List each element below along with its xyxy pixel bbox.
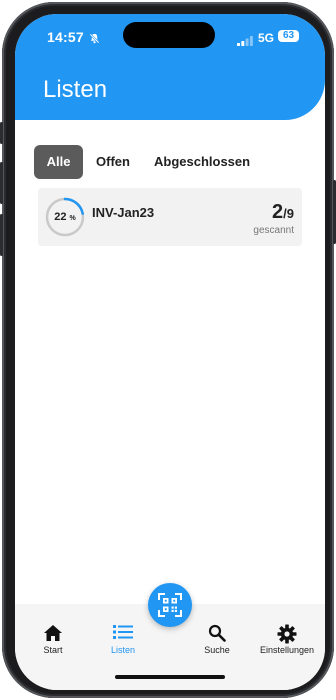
progress-percent-value: 22 [54, 211, 67, 223]
battery-icon: 63 [278, 30, 299, 42]
nav-start-label: Start [43, 645, 63, 655]
list-name: INV-Jan23 [92, 205, 155, 220]
home-icon [44, 625, 62, 641]
search-icon [208, 624, 226, 642]
nav-suche-label: Suche [204, 645, 230, 655]
home-indicator[interactable] [115, 675, 225, 679]
phone-frame: 14:57 5G 63 Listen Alle Offen Abgeschlos… [0, 2, 336, 698]
list-icon [113, 625, 133, 639]
progress-percent: 22 % [45, 197, 85, 237]
nav-einstellungen-label: Einstellungen [259, 645, 315, 655]
total-count: /9 [283, 206, 294, 221]
qr-scan-icon [158, 593, 182, 617]
status-time: 14:57 [47, 29, 84, 45]
bell-muted-icon [89, 31, 100, 49]
scanned-label: gescannt [253, 225, 294, 236]
volume-up-button [0, 162, 3, 204]
volume-down-button [0, 214, 3, 256]
screen: 14:57 5G 63 Listen Alle Offen Abgeschlos… [15, 14, 325, 690]
scanned-count: 2 [272, 201, 284, 223]
app-header: 14:57 5G 63 Listen [15, 14, 325, 120]
network-type: 5G [258, 31, 275, 45]
scan-fab-button[interactable] [148, 583, 192, 627]
scan-count: 2/9 [272, 201, 294, 224]
signal-icon [237, 33, 253, 51]
nav-listen-label: Listen [110, 645, 136, 655]
tab-offen[interactable]: Offen [96, 145, 130, 179]
status-bar: 14:57 5G 63 [15, 14, 325, 58]
tab-abgeschlossen[interactable]: Abgeschlossen [154, 145, 250, 179]
progress-percent-unit: % [69, 215, 76, 222]
silent-switch [0, 122, 3, 144]
list-item[interactable]: 22 % INV-Jan23 2/9 gescannt [38, 188, 302, 246]
dynamic-island [123, 22, 215, 48]
tab-alle[interactable]: Alle [34, 145, 83, 179]
gear-icon [277, 624, 297, 644]
page-title: Listen [43, 76, 108, 103]
